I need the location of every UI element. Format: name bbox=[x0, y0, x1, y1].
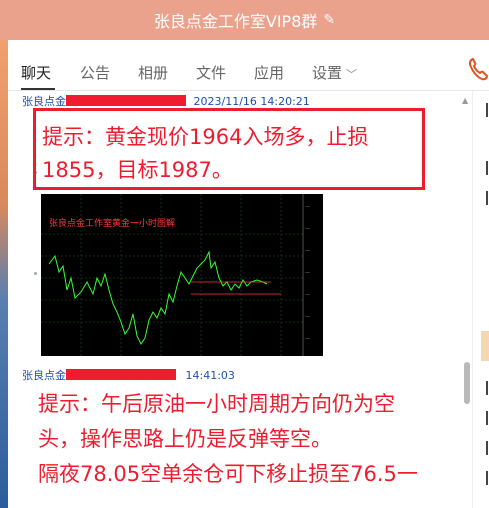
active-tab-indicator bbox=[21, 88, 55, 90]
tab-bar: 聊天 公告 相册 文件 应用 设置 ﹀ bbox=[8, 40, 489, 91]
message-header: 张良点金 14:41:03 bbox=[22, 367, 235, 383]
chart-image-message[interactable]: 张良点金工作室黄金一小时图解 — — — — — — — bbox=[41, 194, 323, 356]
tab-album[interactable]: 相册 bbox=[138, 62, 168, 83]
price-chart-graphic: — — — — — — — bbox=[41, 194, 310, 356]
sender-name[interactable]: 张良点金 bbox=[22, 369, 66, 382]
message-bubble[interactable]: 提示：黄金现价1964入场多，止损 1855，目标1987。 bbox=[33, 108, 425, 190]
message-header: 张良点金 2023/11/16 14:20:21 bbox=[22, 93, 310, 109]
tab-chat[interactable]: 聊天 bbox=[21, 62, 51, 83]
group-chat-window: 聊天 公告 相册 文件 应用 设置 ﹀ 张良点金 2023/11/16 14:20… bbox=[8, 40, 489, 508]
svg-text:—: — bbox=[305, 204, 310, 210]
sender-name[interactable]: 张良点金 bbox=[22, 95, 66, 108]
svg-text:—: — bbox=[305, 314, 310, 320]
message-text-line: 提示：黄金现价1964入场多，止损 bbox=[42, 125, 369, 149]
window-title-bar: 张良点金工作室VIP8群 ✎ bbox=[0, 0, 489, 40]
member-avatar[interactable] bbox=[481, 331, 489, 361]
svg-text:—: — bbox=[305, 292, 310, 298]
redacted-block bbox=[66, 95, 186, 106]
phone-icon[interactable] bbox=[467, 56, 489, 82]
window-title: 张良点金工作室VIP8群 bbox=[153, 12, 318, 31]
svg-text:—: — bbox=[305, 270, 310, 276]
message-timestamp: 2023/11/16 14:20:21 bbox=[193, 95, 310, 108]
member-list-panel bbox=[472, 91, 489, 508]
chevron-down-icon: ﹀ bbox=[346, 68, 358, 81]
tab-announcements[interactable]: 公告 bbox=[80, 62, 110, 83]
svg-text:—: — bbox=[305, 248, 310, 254]
svg-text:—: — bbox=[305, 226, 310, 232]
tab-settings-label: 设置 bbox=[312, 64, 343, 82]
bullet-dot bbox=[34, 272, 37, 275]
pencil-icon[interactable]: ✎ bbox=[323, 12, 335, 28]
redacted-block bbox=[66, 369, 176, 380]
desktop-background-strip bbox=[0, 40, 8, 508]
message-timestamp: 14:41:03 bbox=[185, 369, 235, 382]
chat-scrollbar-thumb[interactable] bbox=[464, 362, 470, 404]
message-bubble[interactable]: 提示：午后原油一小时周期方向仍为空 头，操作思路上仍是反弹等空。 隔夜78.05… bbox=[38, 387, 468, 492]
tab-settings[interactable]: 设置 ﹀ bbox=[312, 62, 357, 83]
tab-apps[interactable]: 应用 bbox=[254, 62, 284, 83]
message-text-line: 1855，目标1987。 bbox=[42, 158, 233, 182]
svg-text:—: — bbox=[305, 336, 310, 342]
tab-files[interactable]: 文件 bbox=[196, 62, 226, 83]
message-text-line: 隔夜78.05空单余仓可下移止损至76.5一 bbox=[38, 462, 418, 486]
message-text-line: 头，操作思路上仍是反弹等空。 bbox=[38, 427, 332, 451]
scroll-up-arrow[interactable]: ▲ bbox=[462, 96, 468, 105]
message-text-line: 提示：午后原油一小时周期方向仍为空 bbox=[38, 392, 395, 416]
